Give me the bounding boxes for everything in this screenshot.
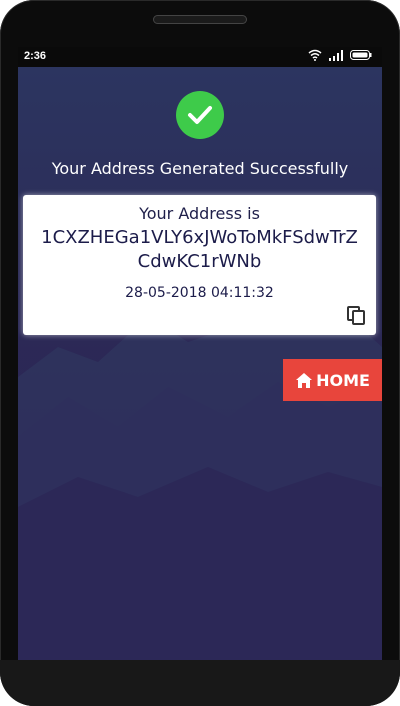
signal-icon: [329, 50, 343, 61]
status-icons: [308, 49, 372, 61]
app-screen: Your Address Generated Successfully Your…: [18, 67, 382, 661]
generated-timestamp: 28-05-2018 04:11:32: [125, 285, 274, 301]
copy-icon[interactable]: [346, 305, 366, 325]
check-circle-icon: [176, 91, 224, 139]
status-time: 2:36: [24, 50, 47, 62]
earpiece-speaker: [153, 15, 247, 24]
wallet-address[interactable]: 1CXZHEGa1VLY6xJWoToMkFSdwTrZCdwKC1rWNb: [35, 226, 364, 274]
battery-icon: [350, 50, 372, 60]
home-button-label: HOME: [316, 370, 370, 390]
phone-frame: 2:36 Your Address Generated Successfully…: [0, 0, 400, 706]
home-button[interactable]: HOME: [283, 359, 382, 401]
address-label: Your Address is: [139, 204, 260, 223]
status-bar: 2:36: [18, 47, 382, 67]
home-icon: [296, 372, 313, 388]
mountain-background: [18, 297, 382, 661]
wifi-icon: [308, 49, 322, 61]
address-card: Your Address is 1CXZHEGa1VLY6xJWoToMkFSd…: [23, 195, 376, 335]
phone-bottom-bezel: [0, 660, 400, 706]
success-headline: Your Address Generated Successfully: [51, 159, 349, 178]
